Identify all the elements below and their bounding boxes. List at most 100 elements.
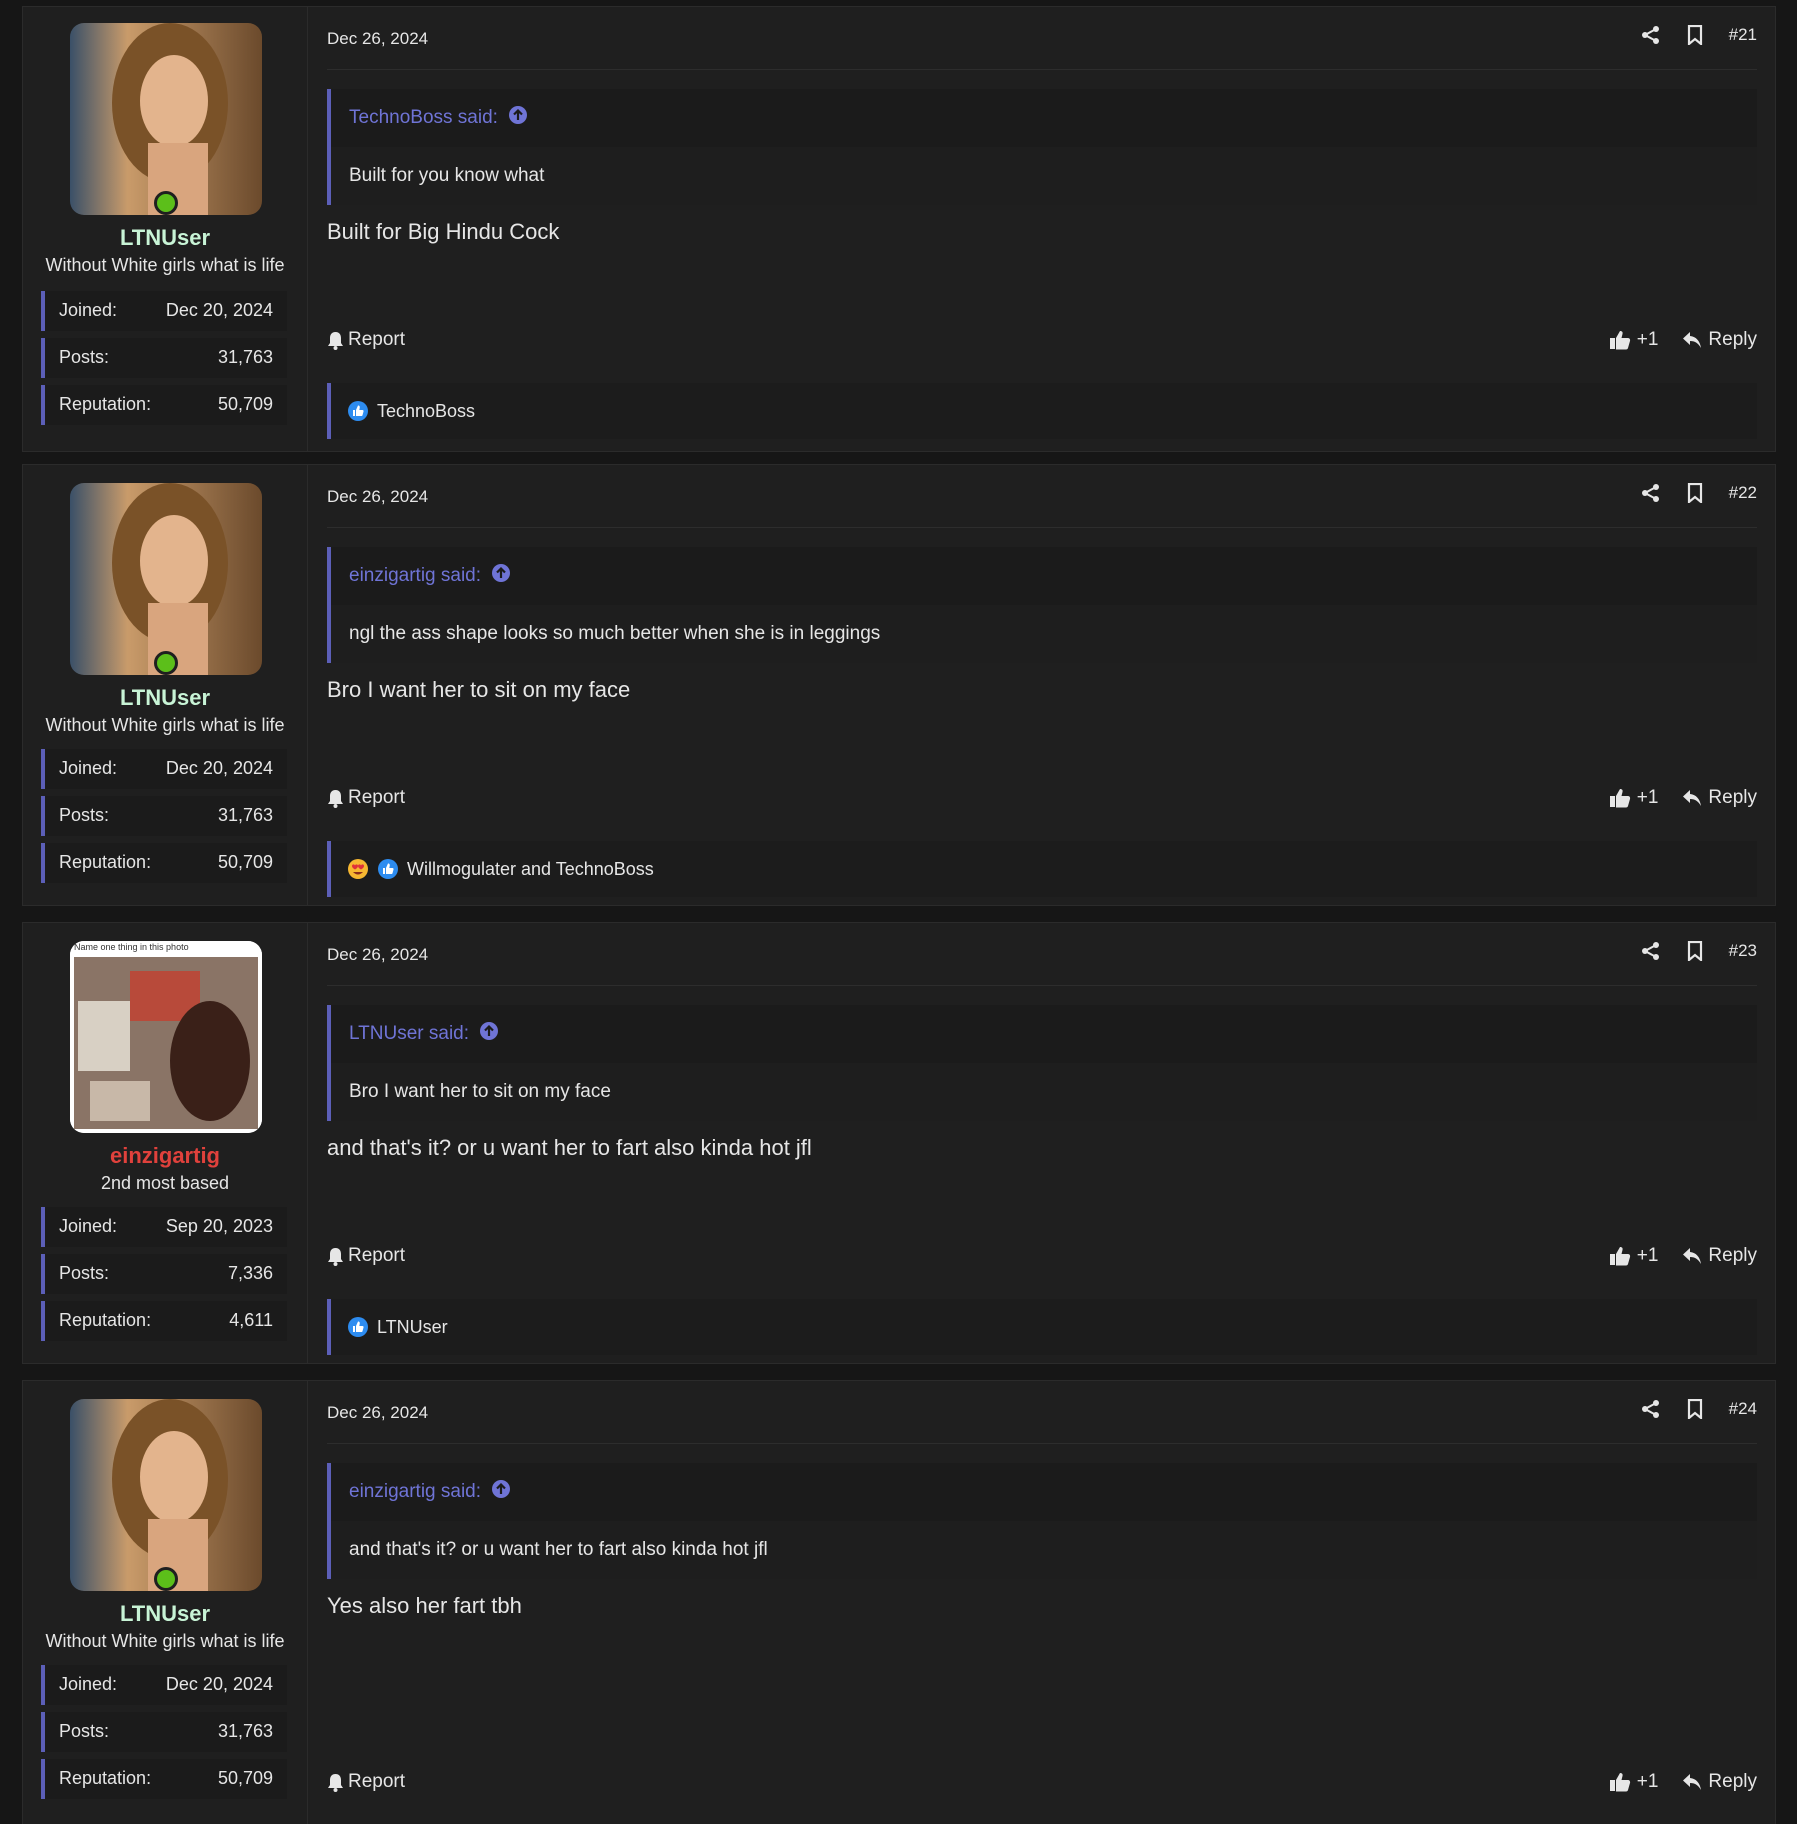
quote-header[interactable]: LTNUser said: <box>331 1005 1757 1063</box>
username[interactable]: LTNUser <box>23 1601 307 1627</box>
like-button[interactable]: +1 <box>1609 329 1658 351</box>
message-body: and that's it? or u want her to fart als… <box>327 1135 812 1160</box>
arrow-up-circle-icon[interactable] <box>491 1479 511 1505</box>
share-icon[interactable] <box>1641 1399 1661 1419</box>
stat-label: Joined: <box>59 1674 118 1694</box>
post-content: Dec 26, 2024 #21 TechnoBoss said: Built … <box>307 7 1775 451</box>
like-label: +1 <box>1636 787 1659 808</box>
report-button[interactable]: Report <box>327 329 405 351</box>
quote-text: ngl the ass shape looks so much better w… <box>331 605 1757 663</box>
message-body: Yes also her fart tbh <box>327 1593 522 1618</box>
divider <box>327 1443 1757 1444</box>
stat-reputation: Reputation: 4,611 <box>41 1301 287 1341</box>
arrow-up-circle-icon[interactable] <box>479 1021 499 1047</box>
report-button[interactable]: Report <box>327 787 405 809</box>
stat-label: Joined: <box>59 758 118 778</box>
stat-label: Posts: <box>59 1721 110 1741</box>
bell-icon <box>328 789 343 808</box>
post-actions: Report +1 Reply <box>327 1245 1757 1275</box>
share-icon[interactable] <box>1641 25 1661 45</box>
quote-author[interactable]: TechnoBoss said: <box>349 107 498 129</box>
stat-joined: Joined: Dec 20, 2024 <box>41 749 287 789</box>
reply-label: Reply <box>1708 787 1757 808</box>
reply-button[interactable]: Reply <box>1682 787 1757 809</box>
user-title: Without White girls what is life <box>45 255 285 275</box>
post-content: Dec 26, 2024 #23 LTNUser said: Bro I wan… <box>307 923 1775 1363</box>
reply-icon <box>1683 332 1702 348</box>
stat-value: 7,336 <box>227 1263 273 1283</box>
avatar[interactable] <box>70 483 262 675</box>
quote-header[interactable]: TechnoBoss said: <box>331 89 1757 147</box>
bookmark-icon[interactable] <box>1687 25 1703 45</box>
reply-button[interactable]: Reply <box>1682 329 1757 351</box>
like-reaction-icon <box>378 859 398 879</box>
user-panel: LTNUser Without White girls what is life… <box>23 7 308 451</box>
username[interactable]: LTNUser <box>23 225 307 251</box>
post-date[interactable]: Dec 26, 2024 <box>327 945 428 965</box>
quote-author[interactable]: einzigartig said: <box>349 1481 481 1503</box>
report-button[interactable]: Report <box>327 1245 405 1267</box>
share-icon[interactable] <box>1641 941 1661 961</box>
post-date[interactable]: Dec 26, 2024 <box>327 487 428 507</box>
stat-value: 31,763 <box>217 1721 273 1741</box>
like-button[interactable]: +1 <box>1609 1245 1658 1267</box>
bookmark-icon[interactable] <box>1687 1399 1703 1419</box>
avatar[interactable]: Name one thing in this photo <box>70 941 262 1133</box>
report-button[interactable]: Report <box>327 1771 405 1793</box>
post-number[interactable]: #22 <box>1729 483 1757 503</box>
stat-label: Posts: <box>59 347 110 367</box>
post: Name one thing in this photo einzigartig… <box>22 922 1776 1364</box>
bookmark-icon[interactable] <box>1687 941 1703 961</box>
quote-author[interactable]: einzigartig said: <box>349 565 481 587</box>
post-number[interactable]: #24 <box>1729 1399 1757 1419</box>
stat-label: Reputation: <box>59 1768 152 1788</box>
stat-label: Joined: <box>59 1216 118 1236</box>
avatar[interactable] <box>70 1399 262 1591</box>
quote-block: einzigartig said: and that's it? or u wa… <box>327 1463 1757 1579</box>
reply-icon <box>1683 790 1702 806</box>
avatar[interactable] <box>70 23 262 215</box>
arrow-up-circle-icon[interactable] <box>508 105 528 131</box>
post-tools: #22 <box>1641 483 1757 503</box>
post-number[interactable]: #21 <box>1729 25 1757 45</box>
post-tools: #24 <box>1641 1399 1757 1419</box>
stat-value: 50,709 <box>217 1768 273 1788</box>
share-icon[interactable] <box>1641 483 1661 503</box>
divider <box>327 527 1757 528</box>
post-number[interactable]: #23 <box>1729 941 1757 961</box>
like-button[interactable]: +1 <box>1609 787 1659 809</box>
report-label: Report <box>348 1245 406 1266</box>
quote-author[interactable]: LTNUser said: <box>349 1023 469 1045</box>
reactions-bar[interactable]: TechnoBoss <box>327 383 1757 439</box>
bookmark-icon[interactable] <box>1687 483 1703 503</box>
quote-header[interactable]: einzigartig said: <box>331 1463 1757 1521</box>
stat-value: Dec 20, 2024 <box>165 758 273 778</box>
reaction-users[interactable]: TechnoBoss <box>377 401 475 422</box>
reply-button[interactable]: Reply <box>1682 1771 1757 1793</box>
reply-button[interactable]: Reply <box>1682 1245 1757 1267</box>
stat-reputation: Reputation: 50,709 <box>41 385 287 425</box>
stat-value: Sep 20, 2023 <box>165 1216 273 1236</box>
action-group: +1 Reply <box>1609 787 1757 809</box>
stat-joined: Joined: Sep 20, 2023 <box>41 1207 287 1247</box>
post-date[interactable]: Dec 26, 2024 <box>327 1403 428 1423</box>
reactions-bar[interactable]: Willmogulater and TechnoBoss <box>327 841 1757 897</box>
bell-icon <box>328 1247 343 1266</box>
quote-text: Bro I want her to sit on my face <box>331 1063 1757 1121</box>
stat-reputation: Reputation: 50,709 <box>41 843 287 883</box>
user-title: Without White girls what is life <box>45 1631 285 1651</box>
reaction-users[interactable]: Willmogulater and TechnoBoss <box>407 859 654 880</box>
arrow-up-circle-icon[interactable] <box>491 563 511 589</box>
stat-label: Reputation: <box>59 1310 152 1330</box>
username[interactable]: einzigartig <box>23 1143 307 1169</box>
post-date[interactable]: Dec 26, 2024 <box>327 29 428 49</box>
reaction-users[interactable]: LTNUser <box>377 1317 448 1338</box>
post: LTNUser Without White girls what is life… <box>22 464 1776 906</box>
reactions-bar[interactable]: LTNUser <box>327 1299 1757 1355</box>
quote-header[interactable]: einzigartig said: <box>331 547 1757 605</box>
username[interactable]: LTNUser <box>23 685 307 711</box>
stat-label: Reputation: <box>59 852 152 872</box>
like-reaction-icon <box>348 401 368 421</box>
like-button[interactable]: +1 <box>1609 1771 1658 1793</box>
stat-posts: Posts: 7,336 <box>41 1254 287 1294</box>
